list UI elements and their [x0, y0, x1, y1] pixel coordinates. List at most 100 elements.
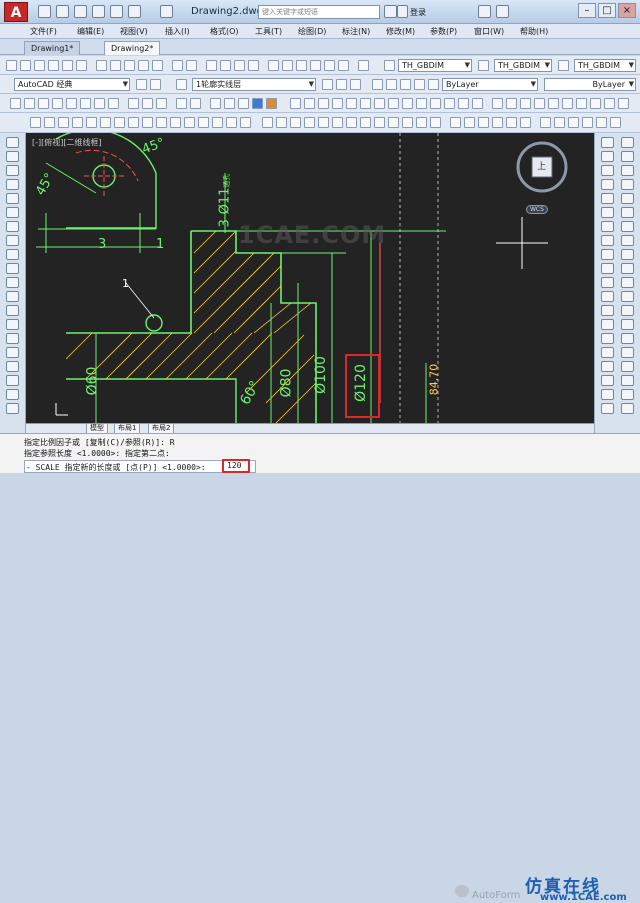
mirror-icon[interactable] — [58, 117, 69, 128]
snap-node-icon[interactable] — [621, 333, 634, 344]
menu-modify[interactable]: 修改(M) — [386, 26, 415, 37]
jogged-dim-icon[interactable] — [80, 98, 91, 109]
snap-nearest-icon[interactable] — [402, 117, 413, 128]
print-icon[interactable] — [48, 60, 59, 71]
paste-icon[interactable] — [124, 60, 135, 71]
snap-node-icon[interactable] — [388, 117, 399, 128]
break-icon[interactable] — [601, 305, 614, 316]
snap-none-icon[interactable] — [416, 117, 427, 128]
region-icon[interactable] — [6, 361, 19, 372]
snap-intersection-icon[interactable] — [290, 117, 301, 128]
snap-quadrant-icon[interactable] — [621, 263, 634, 274]
view-front-icon[interactable] — [506, 98, 517, 109]
offset-icon[interactable] — [601, 179, 614, 190]
erase-icon[interactable] — [601, 137, 614, 148]
drawing-canvas[interactable]: [-][俯视][二维线框] 1CAE.COM WCS 上 45° 45° 3 1… — [26, 133, 594, 423]
workspace-save-icon[interactable] — [150, 79, 161, 90]
line-icon[interactable] — [6, 137, 19, 148]
block-icon[interactable] — [554, 117, 565, 128]
layer-select[interactable]: 1轮廓实线层 ▼ — [192, 78, 316, 91]
aligned-dim-icon[interactable] — [24, 98, 35, 109]
block-editor-icon[interactable] — [152, 60, 163, 71]
trim-icon[interactable] — [601, 263, 614, 274]
cylinder-icon[interactable] — [318, 98, 329, 109]
gradient-icon[interactable] — [6, 347, 19, 358]
menu-file[interactable]: 文件(F) — [30, 26, 57, 37]
pan-icon[interactable] — [206, 60, 217, 71]
layer-previous-icon[interactable] — [336, 79, 347, 90]
copy-object-icon[interactable] — [44, 117, 55, 128]
snap-insert-icon[interactable] — [621, 319, 634, 330]
snap-center-icon[interactable] — [621, 249, 634, 260]
snap-midpoint-icon[interactable] — [276, 117, 287, 128]
erase-icon[interactable] — [30, 117, 41, 128]
tab-drawing1[interactable]: Drawing1* — [24, 41, 81, 55]
visual-style-icon[interactable] — [210, 98, 221, 109]
diameter-dim-icon[interactable] — [94, 98, 105, 109]
snap-tangent-icon[interactable] — [332, 117, 343, 128]
table-icon[interactable] — [492, 117, 503, 128]
layer-match-icon[interactable] — [372, 79, 383, 90]
stretch-icon[interactable] — [142, 117, 153, 128]
break-icon[interactable] — [184, 117, 195, 128]
loft-icon[interactable] — [430, 98, 441, 109]
fillet-icon[interactable] — [601, 347, 614, 358]
print-icon[interactable] — [92, 5, 105, 18]
rotate-icon[interactable] — [114, 117, 125, 128]
offset-icon[interactable] — [72, 117, 83, 128]
pyramid-icon[interactable] — [374, 98, 385, 109]
undo-icon[interactable] — [172, 60, 183, 71]
layer-state-icon[interactable] — [350, 79, 361, 90]
hatch-icon[interactable] — [6, 333, 19, 344]
snap-perpendicular-icon[interactable] — [621, 291, 634, 302]
make-current-icon[interactable] — [322, 79, 333, 90]
ellipse-icon[interactable] — [6, 263, 19, 274]
spline-icon[interactable] — [6, 249, 19, 260]
snap-from-icon[interactable] — [621, 165, 634, 176]
tolerance-icon[interactable] — [176, 98, 187, 109]
join-icon[interactable] — [198, 117, 209, 128]
snap-perpendicular-icon[interactable] — [346, 117, 357, 128]
layer-off-icon[interactable] — [400, 79, 411, 90]
ellipse-arc-icon[interactable] — [6, 277, 19, 288]
scale-icon[interactable] — [128, 117, 139, 128]
point-icon[interactable] — [6, 319, 19, 330]
revolve-icon[interactable] — [402, 98, 413, 109]
pan-icon[interactable] — [621, 389, 634, 400]
layer-freeze-icon[interactable] — [414, 79, 425, 90]
point-icon[interactable] — [540, 117, 551, 128]
menu-dimension[interactable]: 标注(N) — [342, 26, 370, 37]
menu-parametric[interactable]: 参数(P) — [430, 26, 457, 37]
break-point-icon[interactable] — [601, 291, 614, 302]
close-button[interactable]: × — [618, 3, 636, 18]
quick-select-icon[interactable] — [601, 403, 614, 414]
polyline-icon[interactable] — [6, 165, 19, 176]
move-icon[interactable] — [100, 117, 111, 128]
extend-icon[interactable] — [170, 117, 181, 128]
color-select[interactable]: ByLayer ▼ — [442, 78, 538, 91]
fillet-icon[interactable] — [226, 117, 237, 128]
zoom-previous-icon[interactable] — [248, 60, 259, 71]
menu-format[interactable]: 格式(O) — [210, 26, 239, 37]
viewport-label[interactable]: [-][俯视][二维线框] — [32, 137, 102, 148]
text-style-select[interactable]: TH_GBDIM ▼ — [398, 59, 472, 72]
image-icon[interactable] — [610, 117, 621, 128]
snap-nearest-icon[interactable] — [621, 347, 634, 358]
quickcalc-icon[interactable] — [338, 60, 349, 71]
open-icon[interactable] — [20, 60, 31, 71]
circle-icon[interactable] — [6, 221, 19, 232]
osnap-settings-icon[interactable] — [430, 117, 441, 128]
tab-drawing2[interactable]: Drawing2* — [104, 41, 161, 55]
properties-icon[interactable] — [268, 60, 279, 71]
text-style-icon[interactable] — [384, 60, 395, 71]
orbit-icon[interactable] — [576, 98, 587, 109]
zoom-window-icon[interactable] — [234, 60, 245, 71]
snap-extension-icon[interactable] — [621, 235, 634, 246]
join-icon[interactable] — [601, 319, 614, 330]
save-icon[interactable] — [74, 5, 87, 18]
wireframe-icon[interactable] — [224, 98, 235, 109]
union-icon[interactable] — [444, 98, 455, 109]
camera-icon[interactable] — [590, 98, 601, 109]
extrude-icon[interactable] — [388, 98, 399, 109]
angular-dim-icon[interactable] — [108, 98, 119, 109]
